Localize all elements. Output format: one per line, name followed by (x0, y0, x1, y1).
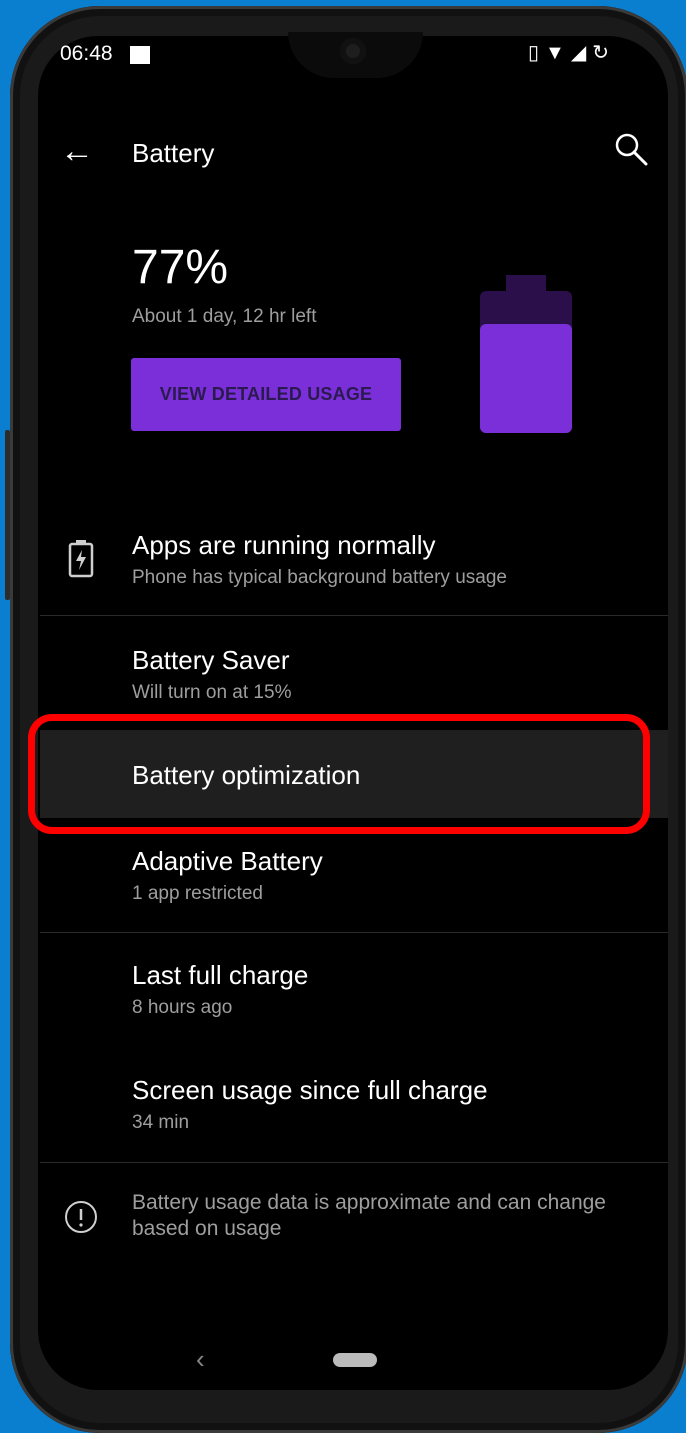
battery-percent: 77% (132, 241, 229, 294)
time-remaining: About 1 day, 12 hr left (132, 306, 317, 327)
search-icon[interactable] (612, 130, 652, 170)
battery-saver-title[interactable]: Battery Saver (132, 645, 290, 676)
status-icons: ▯ ▼ ◢ ↻ (528, 40, 615, 65)
front-camera (340, 38, 366, 64)
highlight-box (28, 714, 650, 834)
adaptive-battery-title[interactable]: Adaptive Battery (132, 846, 323, 877)
status-time: 06:48 (60, 42, 113, 65)
divider (40, 1162, 668, 1163)
view-detailed-usage-button[interactable]: VIEW DETAILED USAGE (131, 358, 401, 431)
last-full-charge-title: Last full charge (132, 960, 309, 990)
sync-icon: ↻ (592, 42, 609, 64)
nav-back-icon[interactable]: ‹ (196, 1344, 205, 1375)
page-title: Battery (132, 138, 215, 168)
divider (40, 932, 668, 933)
screen-usage-title: Screen usage since full charge (132, 1075, 488, 1105)
list-item-subtitle: Phone has typical background battery usa… (132, 567, 507, 588)
battery-charging-icon (68, 540, 94, 578)
list-item-title[interactable]: Apps are running normally (132, 530, 436, 561)
screen-usage-value: 34 min (132, 1112, 190, 1133)
battery-fill (480, 324, 572, 433)
battery-level-icon (480, 275, 572, 433)
back-arrow-icon[interactable]: ← (60, 132, 94, 171)
last-full-charge-value: 8 hours ago (132, 997, 233, 1018)
nav-home-pill[interactable] (333, 1353, 377, 1367)
usage-disclaimer: Battery usage data is approximate and ca… (132, 1191, 606, 1240)
signal-icon: ◢ (570, 42, 587, 64)
divider (40, 615, 668, 616)
image-icon (130, 46, 150, 64)
adaptive-battery-subtitle: 1 app restricted (132, 883, 263, 904)
vibrate-icon: ▯ (528, 42, 540, 64)
info-icon (65, 1201, 97, 1233)
wifi-icon: ▼ (545, 42, 565, 64)
side-button (5, 430, 10, 600)
battery-saver-subtitle: Will turn on at 15% (132, 682, 292, 703)
